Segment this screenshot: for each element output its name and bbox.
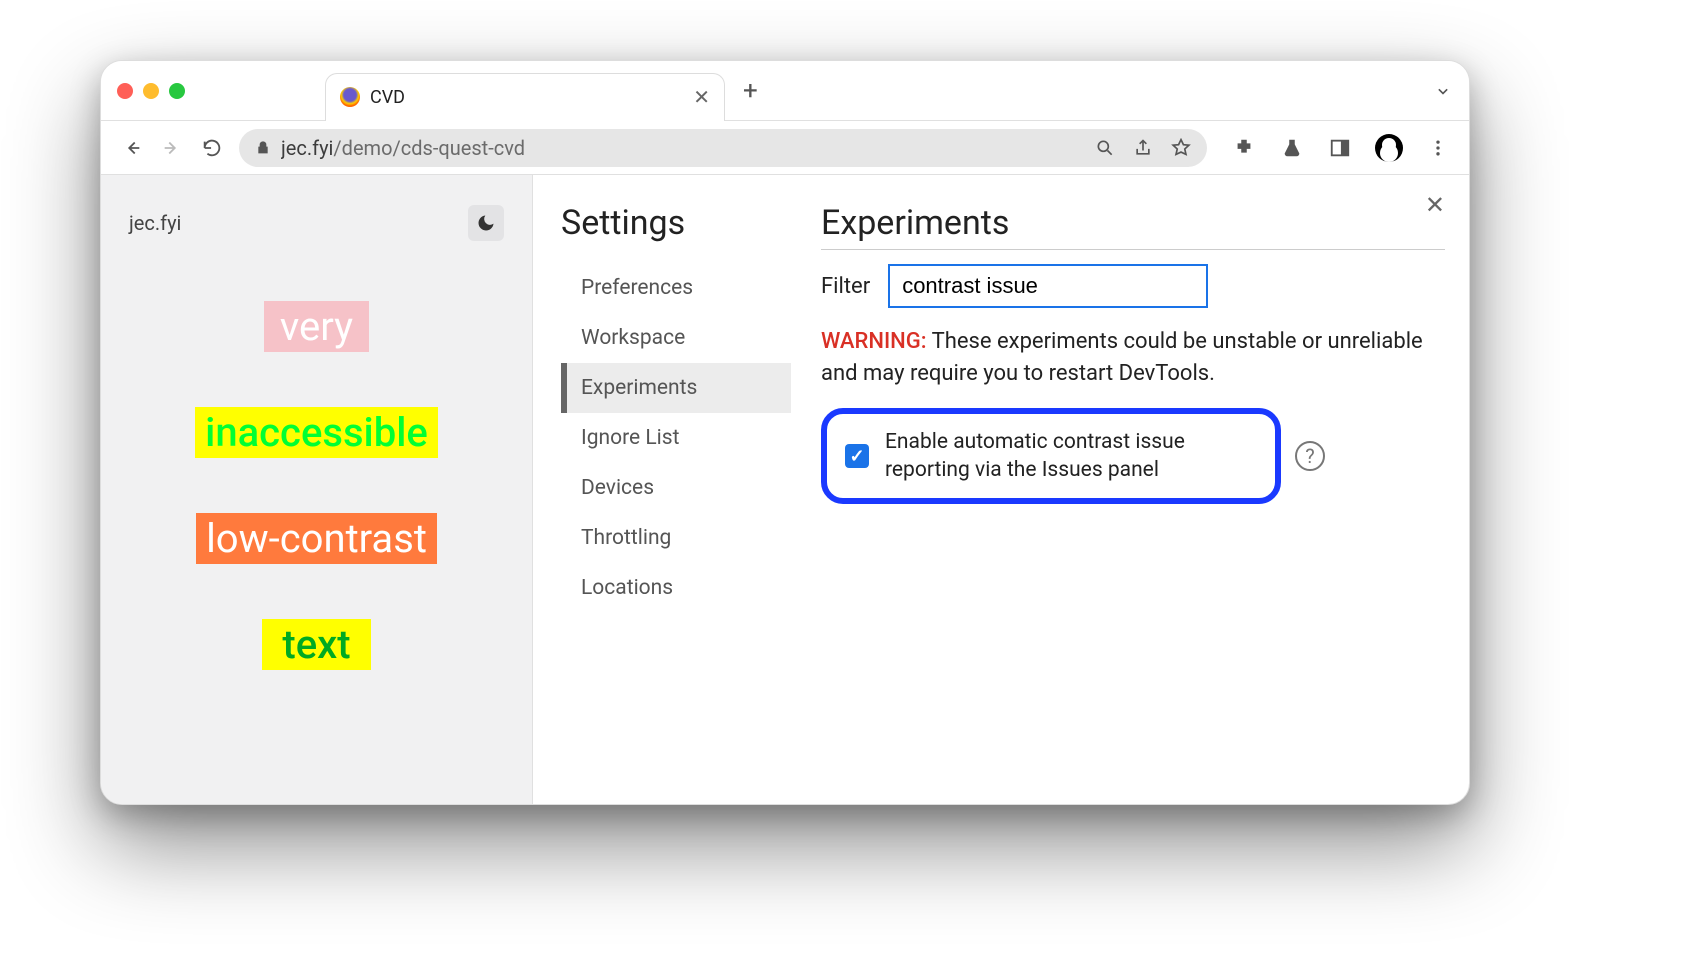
new-tab-button[interactable]: + <box>743 76 758 106</box>
settings-item-preferences[interactable]: Preferences <box>561 263 791 313</box>
settings-item-ignore-list[interactable]: Ignore List <box>561 413 791 463</box>
theme-toggle-button[interactable] <box>468 205 504 241</box>
address-bar[interactable]: jec.fyi/demo/cds-quest-cvd <box>239 129 1207 167</box>
demo-word-3: low-contrast <box>196 513 437 564</box>
arrow-left-icon <box>121 137 143 159</box>
experiments-warning: WARNING: These experiments could be unst… <box>821 326 1445 390</box>
demo-word-2: inaccessible <box>195 407 438 458</box>
settings-item-experiments[interactable]: Experiments <box>561 363 791 413</box>
toolbar-right-icons <box>1231 134 1451 162</box>
bookmark-star-icon[interactable] <box>1171 138 1191 158</box>
back-button[interactable] <box>119 135 145 161</box>
demo-words: very inaccessible low-contrast text <box>101 301 532 670</box>
experiment-checkbox[interactable] <box>845 444 869 468</box>
chevron-down-icon <box>1433 81 1453 101</box>
content-area: jec.fyi very inaccessible low-contrast t… <box>101 175 1469 804</box>
minimize-window-button[interactable] <box>143 83 159 99</box>
page-viewport: jec.fyi very inaccessible low-contrast t… <box>101 175 533 804</box>
settings-sidebar: Settings PreferencesWorkspaceExperiments… <box>561 203 791 804</box>
experiment-help-button[interactable]: ? <box>1295 441 1325 471</box>
moon-icon <box>476 213 496 233</box>
close-settings-button[interactable]: ✕ <box>1425 191 1445 219</box>
extensions-button[interactable] <box>1231 135 1257 161</box>
tab-close-button[interactable]: ✕ <box>693 85 710 109</box>
settings-item-workspace[interactable]: Workspace <box>561 313 791 363</box>
experiment-label: Enable automatic contrast issue reportin… <box>885 428 1257 485</box>
settings-item-locations[interactable]: Locations <box>561 563 791 613</box>
reload-button[interactable] <box>199 135 225 161</box>
favicon-icon <box>340 87 360 107</box>
titlebar: CVD ✕ + <box>101 61 1469 121</box>
close-window-button[interactable] <box>117 83 133 99</box>
highlighted-experiment-row: Enable automatic contrast issue reportin… <box>821 408 1281 505</box>
menu-button[interactable] <box>1425 135 1451 161</box>
tabs-dropdown-button[interactable] <box>1433 81 1453 101</box>
browser-tab[interactable]: CVD ✕ <box>325 73 725 121</box>
maximize-window-button[interactable] <box>169 83 185 99</box>
browser-window: CVD ✕ + jec.fyi/demo/cds-quest-cvd <box>100 60 1470 805</box>
experiments-pane: Experiments Filter WARNING: These experi… <box>791 203 1445 804</box>
demo-word-1: very <box>264 301 369 352</box>
filter-input[interactable] <box>888 264 1208 308</box>
lock-icon <box>255 140 271 156</box>
site-name: jec.fyi <box>129 211 181 235</box>
url-text: jec.fyi/demo/cds-quest-cvd <box>281 136 1085 160</box>
window-controls <box>117 83 185 99</box>
toolbar: jec.fyi/demo/cds-quest-cvd <box>101 121 1469 175</box>
sidepanel-button[interactable] <box>1327 135 1353 161</box>
tab-title: CVD <box>370 87 683 108</box>
devtools-settings-panel: ✕ Settings PreferencesWorkspaceExperimen… <box>533 175 1469 804</box>
url-path: /demo/cds-quest-cvd <box>333 136 525 160</box>
arrow-right-icon <box>161 137 183 159</box>
reload-icon <box>201 137 223 159</box>
filter-label: Filter <box>821 274 870 299</box>
settings-item-devices[interactable]: Devices <box>561 463 791 513</box>
settings-item-throttling[interactable]: Throttling <box>561 513 791 563</box>
share-icon[interactable] <box>1133 138 1153 158</box>
experiments-heading: Experiments <box>821 203 1445 250</box>
url-host: jec.fyi <box>281 136 333 160</box>
warning-prefix: WARNING: <box>821 329 927 354</box>
profile-avatar-button[interactable] <box>1375 134 1403 162</box>
forward-button[interactable] <box>159 135 185 161</box>
zoom-icon[interactable] <box>1095 138 1115 158</box>
settings-heading: Settings <box>561 203 791 243</box>
demo-word-4: text <box>262 619 370 670</box>
labs-button[interactable] <box>1279 135 1305 161</box>
